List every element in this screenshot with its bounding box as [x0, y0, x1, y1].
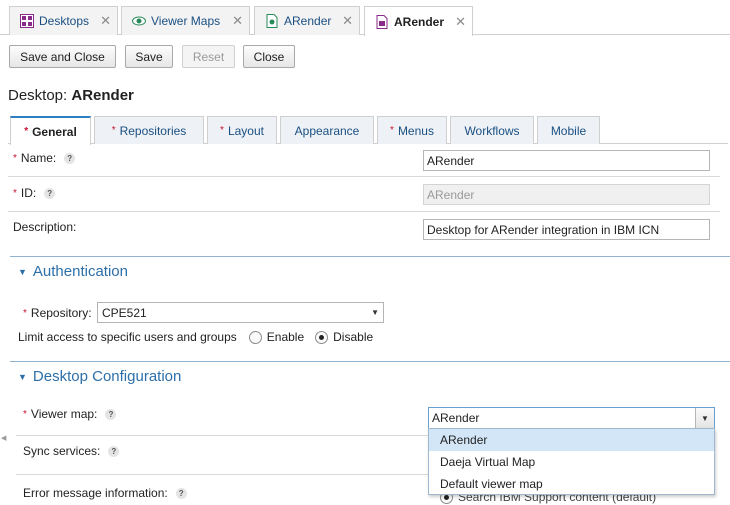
description-field[interactable]: [423, 219, 710, 240]
disable-radio[interactable]: [315, 330, 329, 344]
tab-mobile[interactable]: Mobile: [537, 116, 600, 144]
close-icon[interactable]: ✕: [332, 13, 353, 29]
page-title-prefix: Desktop:: [8, 87, 68, 104]
required-marker: *: [111, 125, 116, 136]
doc-tab-label: Desktops: [39, 14, 90, 28]
description-label: Description:: [13, 220, 77, 234]
chevron-down-icon: ▼: [371, 308, 379, 317]
tab-layout[interactable]: * Layout: [207, 116, 277, 144]
enable-label: Enable: [266, 330, 305, 344]
section-title: Authentication: [32, 263, 128, 280]
divider: [16, 435, 436, 436]
help-icon[interactable]: ?: [44, 187, 56, 199]
required-marker: *: [220, 125, 224, 136]
help-icon[interactable]: ?: [64, 152, 76, 164]
tab-repositories[interactable]: * Repositories: [94, 116, 204, 144]
eye-icon: [132, 14, 146, 28]
tab-label: Workflows: [464, 123, 520, 138]
chevron-down-icon: ▼: [18, 266, 27, 277]
limit-access-row: Limit access to specific users and group…: [18, 330, 373, 344]
close-icon[interactable]: ✕: [90, 13, 111, 29]
tab-menus[interactable]: * Menus: [377, 116, 447, 144]
tab-workflows[interactable]: Workflows: [450, 116, 534, 144]
error-message-label: Error message information: ?: [23, 486, 187, 500]
section-title: Desktop Configuration: [32, 368, 182, 385]
sync-services-label: Sync services: ?: [23, 444, 120, 458]
tab-label: Layout: [227, 123, 264, 138]
required-marker: *: [24, 126, 29, 137]
dropdown-option[interactable]: Daeja Virtual Map: [429, 451, 714, 473]
close-icon[interactable]: ✕: [222, 13, 243, 29]
viewer-map-input-value: ARender: [432, 411, 480, 425]
doc-tab-label: ARender: [284, 14, 332, 28]
repository-select[interactable]: CPE521 ▼: [97, 302, 384, 323]
viewer-map-dropdown: ARender Daeja Virtual Map Default viewer…: [428, 428, 715, 495]
doc-tab-label: ARender: [394, 14, 445, 29]
close-icon[interactable]: ✕: [445, 14, 466, 30]
required-marker: *: [390, 125, 394, 136]
doc-tab-arender[interactable]: ARender ✕: [254, 6, 360, 35]
help-icon[interactable]: ?: [105, 408, 117, 420]
name-field[interactable]: [423, 150, 710, 171]
tab-label: General: [32, 124, 77, 139]
authentication-section-header[interactable]: ▼ Authentication: [10, 256, 730, 286]
document-icon: [375, 14, 389, 29]
close-button[interactable]: Close: [243, 45, 295, 68]
divider: [8, 176, 720, 177]
collapse-left-icon[interactable]: ◀: [1, 434, 6, 442]
page-title-name: ARender: [71, 87, 134, 104]
required-marker: *: [13, 187, 17, 199]
tab-label: Appearance: [294, 123, 360, 138]
doc-tab-label: Viewer Maps: [151, 14, 221, 28]
required-marker: *: [23, 408, 27, 420]
desktop-configuration-section-header[interactable]: ▼ Desktop Configuration: [10, 361, 730, 391]
settings-tab-bar: * General * Repositories * Layout Appear…: [8, 114, 728, 145]
enable-radio[interactable]: [248, 330, 262, 344]
tab-label: Repositories: [119, 123, 187, 138]
doc-tab-desktops[interactable]: Desktops ✕: [9, 6, 118, 35]
name-label: * Name: ?: [13, 151, 76, 165]
id-label: * ID: ?: [13, 186, 56, 200]
help-icon[interactable]: ?: [175, 487, 187, 499]
tab-label: Mobile: [550, 123, 587, 138]
id-field: [423, 184, 710, 205]
tab-general[interactable]: * General: [10, 116, 91, 145]
limit-access-label: Limit access to specific users and group…: [18, 330, 237, 344]
divider: [8, 211, 720, 212]
disable-label: Disable: [333, 330, 374, 344]
dropdown-option[interactable]: ARender: [429, 429, 714, 451]
document-tab-bar: Desktops ✕ Viewer Maps ✕ ARender ✕ ARend…: [0, 0, 730, 36]
document-icon: [265, 14, 279, 28]
viewer-map-label: * Viewer map: ?: [23, 407, 117, 421]
dropdown-option[interactable]: Default viewer map: [429, 473, 714, 495]
page-title: Desktop: ARender: [8, 87, 134, 104]
reset-button[interactable]: Reset: [182, 45, 235, 68]
save-and-close-button[interactable]: Save and Close: [9, 45, 116, 68]
save-button[interactable]: Save: [125, 45, 173, 68]
chevron-down-icon[interactable]: ▼: [695, 408, 714, 428]
repository-label: * Repository:: [23, 306, 92, 320]
repository-select-value: CPE521: [102, 305, 147, 320]
doc-tab-arender-active[interactable]: ARender ✕: [364, 6, 473, 36]
doc-tab-viewer-maps[interactable]: Viewer Maps ✕: [121, 6, 250, 35]
chevron-down-icon: ▼: [18, 371, 27, 382]
help-icon[interactable]: ?: [108, 445, 120, 457]
tab-label: Menus: [397, 123, 434, 138]
tab-appearance[interactable]: Appearance: [280, 116, 374, 144]
required-marker: *: [13, 152, 17, 164]
viewer-map-combobox[interactable]: ARender ▼: [428, 407, 715, 429]
desktops-grid-icon: [20, 14, 34, 28]
required-marker: *: [23, 307, 27, 319]
divider: [16, 474, 436, 475]
